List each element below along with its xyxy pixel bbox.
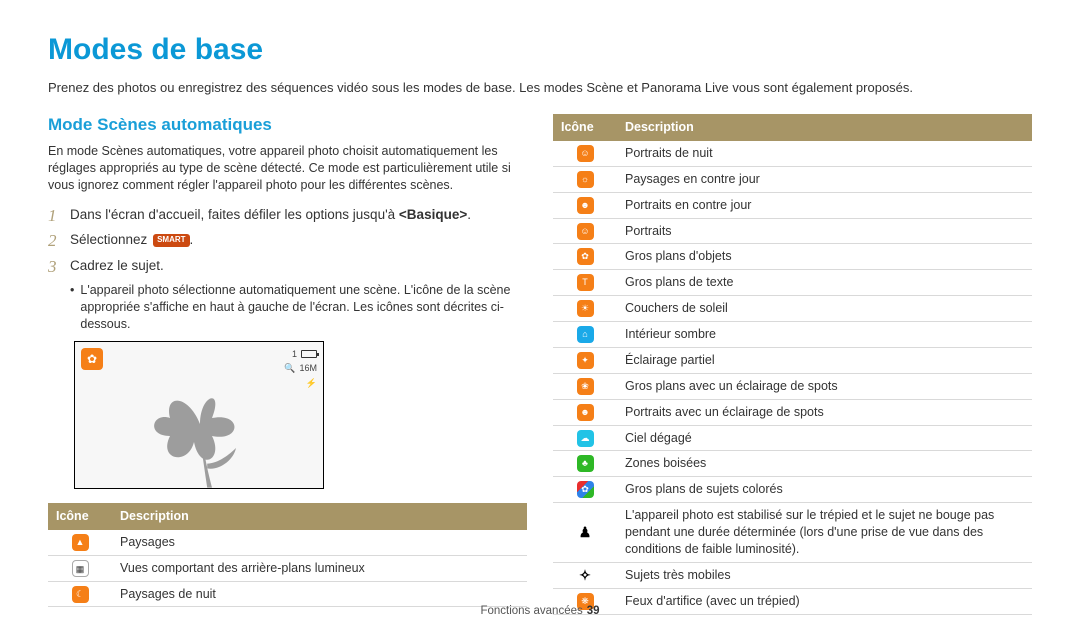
th-desc: Description [617, 114, 1032, 141]
right-column: Icône Description ☺ Portraits de nuit ☼ Pay… [553, 114, 1032, 615]
step-3-bullet: • L'appareil photo sélectionne automatiq… [70, 282, 527, 333]
scene-icon: ☾ [72, 586, 89, 603]
step-2-text: Sélectionnez SMART. [70, 231, 527, 251]
step-number-3: 3 [48, 257, 70, 277]
scene-icon: ☻ [577, 404, 594, 421]
table-row: ▦ Vues comportant des arrière-plans lumin… [48, 555, 527, 581]
scene-icon: ♣ [577, 455, 594, 472]
zoom-value: 16M [299, 362, 317, 375]
scene-description: Portraits de nuit [617, 141, 1032, 166]
scene-icon: ✿ [577, 481, 594, 498]
scene-description: Portraits en contre jour [617, 192, 1032, 218]
table-row: ▲ Paysages [48, 530, 527, 555]
zoom-icon: 🔍 [284, 362, 295, 375]
intro-text: Prenez des photos ou enregistrez des séq… [48, 79, 1032, 97]
scene-description: Vues comportant des arrière-plans lumine… [112, 555, 527, 581]
mode-description: En mode Scènes automatiques, votre appar… [48, 143, 527, 194]
scene-icon: ✦ [577, 352, 594, 369]
scene-description: Gros plans d'objets [617, 244, 1032, 270]
table-row: T Gros plans de texte [553, 270, 1032, 296]
table-row: ☻ Portraits en contre jour [553, 192, 1032, 218]
scene-description: Intérieur sombre [617, 322, 1032, 348]
scene-flower-icon: ✿ [81, 348, 103, 370]
icons-table-right: Icône Description ☺ Portraits de nuit ☼ Pay… [553, 114, 1032, 615]
scene-description: Ciel dégagé [617, 425, 1032, 451]
scene-icon: ☺ [577, 145, 594, 162]
table-row: ☁ Ciel dégagé [553, 425, 1032, 451]
step-1-text: Dans l'écran d'accueil, faites défiler l… [70, 206, 527, 226]
battery-icon [301, 350, 317, 358]
smart-badge-icon: SMART [153, 234, 189, 247]
scene-icon: ✧ [577, 567, 594, 584]
scene-icon: ▲ [72, 534, 89, 551]
scene-icon: ♟ [577, 524, 594, 541]
steps-list: 1 Dans l'écran d'accueil, faites défiler… [48, 206, 527, 333]
step-number-1: 1 [48, 206, 70, 226]
scene-description: Gros plans de texte [617, 270, 1032, 296]
scene-icon: ❀ [577, 378, 594, 395]
table-row: ☺ Portraits [553, 218, 1032, 244]
flash-icon: ⚡ [306, 377, 317, 390]
th-icon: Icône [48, 503, 112, 530]
scene-description: Couchers de soleil [617, 296, 1032, 322]
scene-description: Portraits avec un éclairage de spots [617, 399, 1032, 425]
table-row: ♟ L'appareil photo est stabilisé sur le t… [553, 503, 1032, 563]
table-row: ☾ Paysages de nuit [48, 581, 527, 607]
table-row: ♣ Zones boisées [553, 451, 1032, 477]
scene-description: Gros plans de sujets colorés [617, 477, 1032, 503]
shot-counter: 1 [292, 348, 297, 361]
table-row: ❀ Gros plans avec un éclairage de spots [553, 373, 1032, 399]
scene-description: Sujets très mobiles [617, 562, 1032, 588]
scene-icon: ▦ [72, 560, 89, 577]
table-row: ✧ Sujets très mobiles [553, 562, 1032, 588]
scene-description: Zones boisées [617, 451, 1032, 477]
table-row: ✿ Gros plans de sujets colorés [553, 477, 1032, 503]
scene-icon: ☻ [577, 197, 594, 214]
scene-description: Paysages en contre jour [617, 166, 1032, 192]
section-heading: Mode Scènes automatiques [48, 114, 527, 137]
scene-icon: T [577, 274, 594, 291]
scene-icon: ☁ [577, 430, 594, 447]
scene-icon: ☼ [577, 171, 594, 188]
table-row: ✦ Éclairage partiel [553, 347, 1032, 373]
table-row: ☼ Paysages en contre jour [553, 166, 1032, 192]
flower-silhouette [130, 370, 270, 490]
page-footer: Fonctions avancées39 [0, 604, 1080, 620]
scene-description: L'appareil photo est stabilisé sur le tr… [617, 503, 1032, 563]
scene-icon: ☀ [577, 300, 594, 317]
bullet-dot-icon: • [70, 282, 74, 333]
icons-table-left: Icône Description ▲ Paysages ▦ Vues comport… [48, 503, 527, 608]
scene-icon: ⌂ [577, 326, 594, 343]
scene-description: Gros plans avec un éclairage de spots [617, 373, 1032, 399]
scene-description: Paysages [112, 530, 527, 555]
camera-overlay: 1 🔍 16M ⚡ [284, 348, 317, 392]
scene-icon: ✿ [577, 248, 594, 265]
table-row: ✿ Gros plans d'objets [553, 244, 1032, 270]
left-column: Mode Scènes automatiques En mode Scènes … [48, 114, 527, 615]
table-row: ☻ Portraits avec un éclairage de spots [553, 399, 1032, 425]
step-3-text: Cadrez le sujet. [70, 257, 527, 277]
scene-description: Paysages de nuit [112, 581, 527, 607]
table-row: ⌂ Intérieur sombre [553, 322, 1032, 348]
table-row: ☺ Portraits de nuit [553, 141, 1032, 166]
th-desc: Description [112, 503, 527, 530]
scene-icon: ☺ [577, 223, 594, 240]
page-title: Modes de base [48, 30, 1032, 71]
th-icon: Icône [553, 114, 617, 141]
scene-description: Éclairage partiel [617, 347, 1032, 373]
table-row: ☀ Couchers de soleil [553, 296, 1032, 322]
scene-description: Portraits [617, 218, 1032, 244]
camera-preview: ✿ 1 🔍 16M ⚡ [74, 341, 324, 489]
step-number-2: 2 [48, 231, 70, 251]
